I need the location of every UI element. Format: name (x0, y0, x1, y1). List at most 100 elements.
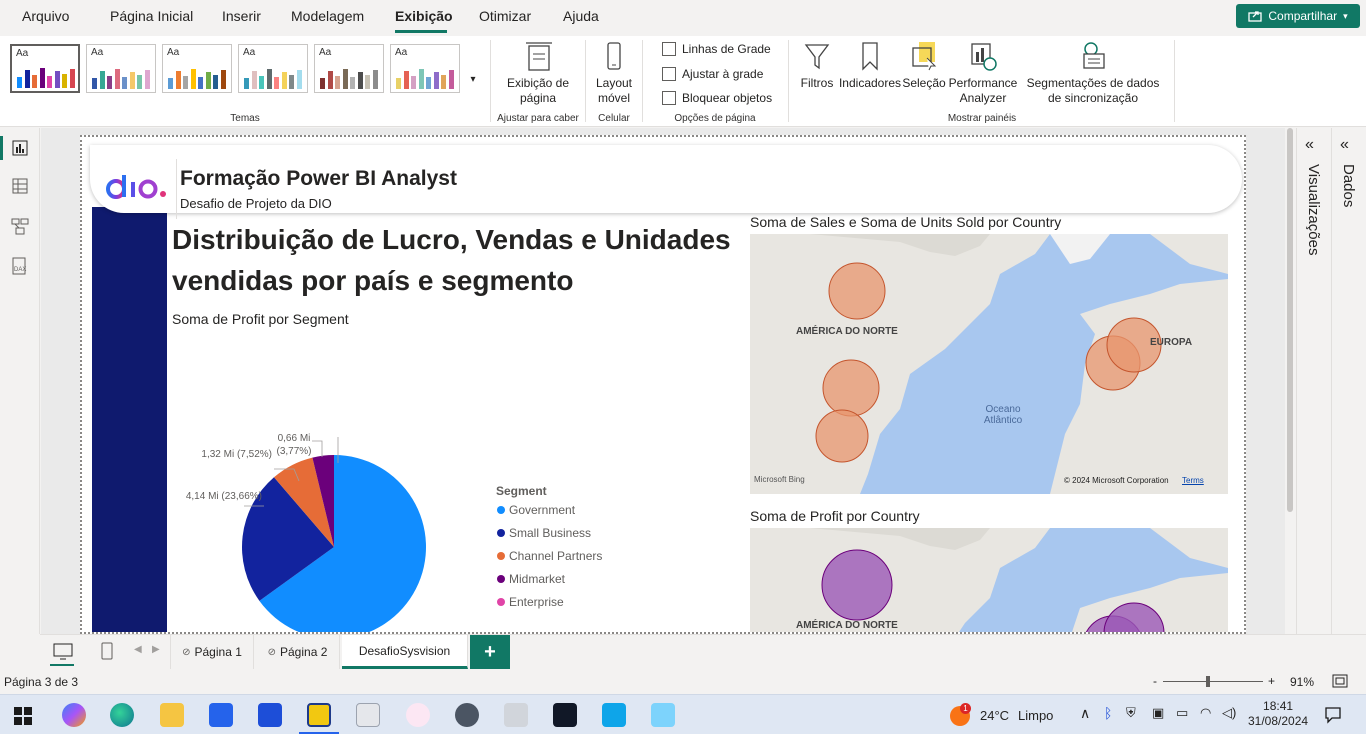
legend-item[interactable]: Midmarket (497, 572, 565, 586)
page-tabs-bar: ◀ ▶ ⊘ Página 1 ⊘ Página 2 DesafioSysvisi… (40, 634, 1366, 670)
zoom-slider[interactable] (1163, 681, 1263, 682)
weather-condition[interactable]: Limpo (1018, 708, 1053, 723)
wifi-icon[interactable]: ◠ (1200, 705, 1211, 721)
mobile-layout-icon[interactable] (100, 641, 114, 661)
profit-map[interactable]: AMÉRICA DO NORTE (750, 528, 1228, 632)
menu-otimizar[interactable]: Otimizar (479, 8, 531, 24)
theme-option[interactable]: Aa (86, 44, 156, 93)
theme-option[interactable]: Aa (390, 44, 460, 93)
canvas-vertical-scrollbar[interactable] (1285, 128, 1295, 634)
prev-page-arrow-icon[interactable]: ◀ (134, 644, 142, 655)
theme-swatch (144, 70, 150, 89)
data-label-midmarket: 0,66 Mi (3,77%) (276, 433, 312, 457)
spss-icon[interactable] (356, 703, 380, 727)
scrollbar-thumb[interactable] (1287, 128, 1293, 512)
bookmarks-button[interactable]: Indicadores (838, 40, 902, 91)
volume-icon[interactable]: ◁) (1222, 705, 1236, 721)
mobile-layout-button[interactable]: Layout móvel (590, 40, 638, 106)
performance-analyzer-button[interactable]: Performance Analyzer (946, 40, 1020, 106)
vscode-icon[interactable] (602, 703, 626, 727)
legend-marker (497, 529, 505, 537)
next-page-arrow-icon[interactable]: ▶ (152, 644, 160, 655)
zoom-out-button[interactable]: - (1153, 674, 1157, 688)
page-tab-desafiosysvision[interactable]: DesafioSysvision (342, 635, 468, 669)
menu-pagina-inicial[interactable]: Página Inicial (110, 8, 193, 24)
theme-option[interactable]: Aa (238, 44, 308, 93)
menu-exibicao[interactable]: Exibição (395, 8, 453, 24)
expand-chevron-icon[interactable]: « (1340, 136, 1349, 154)
terminal-icon[interactable] (553, 703, 577, 727)
desktop-layout-icon[interactable] (52, 642, 74, 662)
map-terms-link[interactable]: Terms (1182, 476, 1204, 485)
theme-option[interactable]: Aa (162, 44, 232, 93)
visualizations-pane-collapsed[interactable]: « Visualizações (1296, 128, 1330, 634)
selection-label: Seleção (902, 76, 946, 90)
legend-item[interactable]: Enterprise (497, 595, 564, 609)
report-view-icon[interactable] (10, 138, 30, 158)
table-view-icon[interactable] (10, 176, 30, 196)
themes-more-chevron-icon[interactable]: ▾ (466, 72, 480, 87)
battery-icon[interactable]: ▭ (1176, 705, 1188, 721)
weather-temp[interactable]: 24°C (980, 708, 1009, 723)
legend-item[interactable]: Small Business (497, 526, 591, 540)
theme-swatch (426, 77, 431, 89)
menu-ajuda[interactable]: Ajuda (563, 8, 599, 24)
page-tab-2[interactable]: ⊘ Página 2 (256, 635, 340, 669)
share-button[interactable]: Compartilhar ▾ (1236, 4, 1360, 28)
gridlines-checkbox[interactable]: Linhas de Grade (662, 42, 771, 56)
legend-item[interactable]: Government (497, 503, 575, 517)
lock-objects-checkbox[interactable]: Bloquear objetos (662, 91, 772, 105)
mail-icon[interactable] (258, 703, 282, 727)
filter-icon (804, 44, 830, 70)
page-tab-1[interactable]: ⊘ Página 1 (170, 635, 254, 669)
chevron-up-icon[interactable]: ∧ (1080, 705, 1090, 722)
dax-query-view-icon[interactable]: DAX (10, 256, 30, 276)
file-explorer-icon[interactable] (160, 703, 184, 727)
power-bi-icon[interactable] (307, 703, 331, 727)
network-drive-icon[interactable]: ▣ (1152, 705, 1164, 721)
menu-arquivo[interactable]: Arquivo (22, 8, 69, 24)
bubble-mexico[interactable] (815, 409, 869, 463)
zoom-in-button[interactable]: + (1268, 674, 1275, 688)
expand-chevron-icon[interactable]: « (1305, 136, 1314, 154)
bubble-canada[interactable] (828, 262, 886, 320)
page-view-button[interactable]: Exibição de página (500, 40, 576, 106)
theme-swatch (198, 77, 203, 89)
settings-gear-icon[interactable] (455, 703, 479, 727)
checkbox-box[interactable] (662, 91, 676, 105)
data-pane-collapsed[interactable]: « Dados (1331, 128, 1366, 634)
filters-button[interactable]: Filtros (798, 40, 836, 91)
snap-to-grid-checkbox[interactable]: Ajustar à grade (662, 67, 763, 81)
report-page: Formação Power BI Analyst Desafio de Pro… (80, 135, 1246, 634)
checkbox-box[interactable] (662, 42, 676, 56)
photos-icon[interactable] (504, 703, 528, 727)
system-clock[interactable]: 18:41 31/08/2024 (1248, 699, 1308, 729)
legend-item[interactable]: Channel Partners (497, 549, 602, 563)
checkbox-box[interactable] (662, 67, 676, 81)
model-view-icon[interactable] (10, 216, 30, 236)
selection-button[interactable]: Seleção (902, 40, 946, 91)
panes-group-label: Mostrar painéis (947, 113, 1017, 124)
bubble-usa[interactable] (822, 359, 880, 417)
menu-modelagem[interactable]: Modelagem (291, 8, 364, 24)
fit-to-page-icon[interactable] (1332, 674, 1348, 688)
windows-start-icon[interactable] (14, 707, 32, 725)
theme-swatch (24, 70, 30, 88)
microsoft-store-icon[interactable] (209, 703, 233, 727)
sync-slicers-button[interactable]: Segmentações de dados de sincronização (1020, 40, 1166, 106)
theme-option[interactable]: Aa (314, 44, 384, 93)
edge-browser-icon[interactable] (110, 703, 134, 727)
security-icon[interactable]: ⛨ (1126, 705, 1136, 721)
bubble-canada[interactable] (821, 549, 893, 621)
menu-inserir[interactable]: Inserir (222, 8, 261, 24)
sales-units-map[interactable]: AMÉRICA DO NORTE EUROPA Oceano Atlântico… (750, 234, 1228, 494)
theme-option[interactable]: Aa (10, 44, 80, 93)
copilot-icon[interactable] (62, 703, 86, 727)
notepad-icon[interactable] (651, 703, 675, 727)
notifications-icon[interactable] (1324, 706, 1342, 724)
zoom-slider-thumb[interactable] (1206, 676, 1210, 687)
zoom-level[interactable]: 91% (1290, 675, 1314, 689)
snipping-tool-icon[interactable] (406, 703, 430, 727)
add-page-button[interactable]: + (470, 635, 510, 669)
bluetooth-icon[interactable]: ᛒ (1104, 705, 1112, 721)
